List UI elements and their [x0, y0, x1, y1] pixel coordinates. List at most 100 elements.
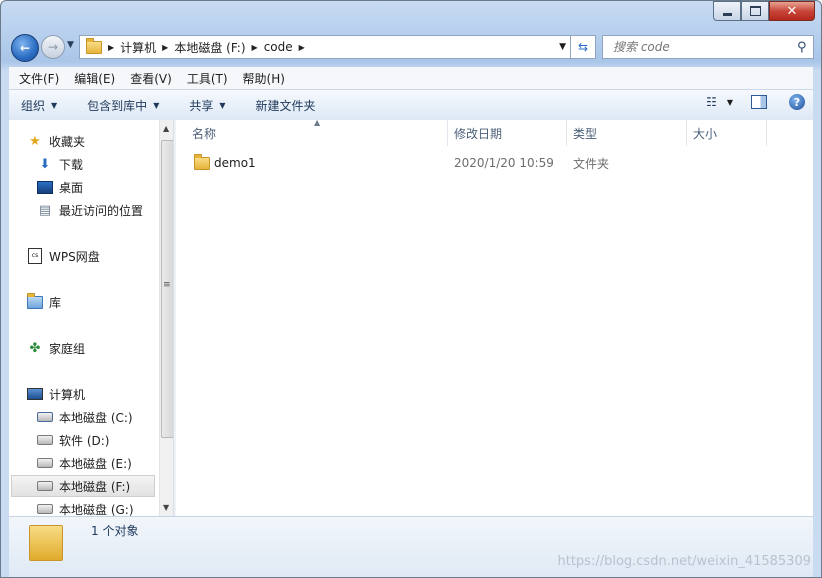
back-button[interactable]: ←: [11, 34, 39, 62]
chevron-right-icon[interactable]: ▶: [299, 43, 305, 52]
chevron-right-icon[interactable]: ▶: [108, 43, 114, 52]
column-modified-label: 修改日期: [454, 126, 503, 141]
navigation-pane: ★ 收藏夹 ⬇ 下载 桌面 ▤ 最近访问的位置 cs WPS网盘 库 ✤ 家庭组…: [9, 120, 159, 516]
nav-desktop-label: 桌面: [59, 180, 84, 195]
nav-libraries[interactable]: 库: [27, 291, 61, 313]
nav-homegroup[interactable]: ✤ 家庭组: [27, 337, 85, 359]
close-button[interactable]: ✕: [769, 1, 815, 21]
address-dropdown-icon[interactable]: ▼: [559, 42, 566, 52]
recent-pages-dropdown[interactable]: ▼: [67, 40, 77, 50]
share-button[interactable]: 共享 ▼: [179, 97, 235, 114]
nav-libraries-label: 库: [49, 295, 62, 310]
menu-tools[interactable]: 工具(T): [177, 70, 233, 87]
include-in-library-label: 包含到库中: [87, 98, 148, 113]
sort-ascending-icon: ▲: [314, 118, 321, 127]
explorer-window: ✕ ← → ▼ ▶ 计算机 ▶ 本地磁盘 (F:) ▶ code ▶ ▼ ⇆ ⚲…: [0, 0, 822, 578]
system-drive-icon: [37, 409, 53, 425]
forward-button[interactable]: →: [41, 35, 65, 59]
item-count: 1 个对象: [91, 524, 139, 538]
nav-drive-g[interactable]: 本地磁盘 (G:): [37, 498, 134, 516]
menu-help[interactable]: 帮助(H): [233, 70, 290, 87]
menu-view[interactable]: 查看(V): [120, 70, 177, 87]
wps-cloud-icon: cs: [27, 248, 43, 264]
computer-icon: [27, 386, 43, 402]
nav-desktop[interactable]: 桌面: [37, 176, 83, 198]
breadcrumb-computer[interactable]: 计算机: [120, 39, 156, 56]
breadcrumb-code[interactable]: code: [264, 40, 293, 54]
menu-bar: 文件(F) 编辑(E) 查看(V) 工具(T) 帮助(H): [9, 67, 813, 89]
menu-edit[interactable]: 编辑(E): [64, 70, 120, 87]
new-folder-button[interactable]: 新建文件夹: [246, 97, 326, 114]
nav-computer[interactable]: 计算机: [27, 383, 85, 405]
forward-arrow-icon: →: [47, 40, 59, 54]
maximize-button[interactable]: [741, 1, 769, 21]
chevron-down-icon: ▼: [51, 100, 58, 110]
nav-downloads[interactable]: ⬇ 下载: [37, 153, 83, 175]
view-dropdown-icon[interactable]: ▼: [727, 98, 733, 107]
search-input[interactable]: [611, 39, 795, 55]
nav-drive-d-label: 软件 (D:): [59, 433, 110, 448]
recent-places-icon: ▤: [38, 202, 52, 218]
preview-pane-icon[interactable]: [751, 95, 767, 109]
search-box[interactable]: ⚲: [602, 35, 814, 59]
search-icon[interactable]: ⚲: [797, 40, 807, 55]
minimize-button[interactable]: [713, 1, 741, 21]
change-view-icon[interactable]: ☷: [706, 95, 717, 109]
address-bar[interactable]: ▶ 计算机 ▶ 本地磁盘 (F:) ▶ code ▶ ▼: [79, 35, 571, 59]
column-header-type[interactable]: 类型: [567, 120, 687, 146]
watermark-text: https://blog.csdn.net/weixin_41585309: [557, 554, 811, 569]
file-name[interactable]: demo1: [214, 152, 256, 174]
address-row: ← → ▼ ▶ 计算机 ▶ 本地磁盘 (F:) ▶ code ▶ ▼ ⇆ ⚲: [1, 29, 821, 65]
nav-drive-g-label: 本地磁盘 (G:): [59, 502, 134, 517]
include-in-library-button[interactable]: 包含到库中 ▼: [77, 97, 169, 114]
chevron-down-icon: ▼: [219, 100, 226, 110]
chevron-right-icon[interactable]: ▶: [252, 43, 258, 52]
file-row[interactable]: demo1 2020/1/20 10:59 文件夹: [184, 152, 764, 174]
scroll-down-icon[interactable]: ▼: [163, 503, 169, 512]
scroll-up-icon[interactable]: ▲: [163, 124, 169, 133]
menu-file[interactable]: 文件(F): [9, 70, 64, 87]
nav-drive-f[interactable]: 本地磁盘 (F:): [11, 475, 155, 497]
large-folder-icon: [29, 525, 63, 561]
nav-drive-f-label: 本地磁盘 (F:): [59, 479, 131, 494]
navigation-scrollbar[interactable]: ▲ ≡ ▼: [159, 120, 174, 516]
downloads-icon: ⬇: [39, 156, 51, 172]
organize-label: 组织: [21, 98, 46, 113]
file-list: ▲ 名称 修改日期 类型 大小 demo1 2020/1/20 10:59 文件…: [176, 118, 813, 516]
nav-favorites[interactable]: ★ 收藏夹: [27, 130, 85, 152]
nav-drive-d[interactable]: 软件 (D:): [37, 429, 109, 451]
nav-wps-label: WPS网盘: [49, 249, 100, 264]
window-controls: ✕: [713, 1, 815, 21]
nav-downloads-label: 下载: [59, 157, 84, 172]
homegroup-icon: ✤: [29, 340, 41, 356]
refresh-icon: ⇆: [577, 40, 589, 54]
new-folder-label: 新建文件夹: [255, 98, 316, 113]
nav-recent-places[interactable]: ▤ 最近访问的位置: [37, 199, 143, 221]
column-name-label: 名称: [192, 126, 217, 141]
nav-recent-label: 最近访问的位置: [59, 203, 144, 218]
nav-computer-label: 计算机: [49, 387, 86, 402]
file-modified: 2020/1/20 10:59: [454, 156, 554, 170]
drive-icon: [37, 432, 53, 448]
column-header-size[interactable]: 大小: [687, 120, 767, 146]
drive-icon: [37, 501, 53, 516]
organize-button[interactable]: 组织 ▼: [11, 97, 67, 114]
command-bar: 组织 ▼ 包含到库中 ▼ 共享 ▼ 新建文件夹 ☷ ▼ ?: [9, 89, 813, 121]
nav-drive-c[interactable]: 本地磁盘 (C:): [37, 406, 133, 428]
breadcrumb-drive-f[interactable]: 本地磁盘 (F:): [174, 39, 245, 56]
address-folder-icon-wrap: [86, 37, 102, 54]
column-header-modified[interactable]: 修改日期: [448, 120, 567, 146]
chevron-right-icon[interactable]: ▶: [162, 43, 168, 52]
star-icon: ★: [29, 133, 41, 149]
column-header-name[interactable]: ▲ 名称: [176, 118, 448, 146]
nav-drive-e[interactable]: 本地磁盘 (E:): [37, 452, 132, 474]
title-bar: ✕: [1, 1, 821, 27]
nav-wps-drive[interactable]: cs WPS网盘: [27, 245, 100, 267]
folder-icon: [86, 37, 102, 54]
folder-icon: [194, 152, 210, 174]
refresh-button[interactable]: ⇆: [570, 35, 596, 59]
close-icon: ✕: [786, 3, 798, 19]
help-icon[interactable]: ?: [789, 94, 805, 110]
column-type-label: 类型: [573, 126, 598, 141]
view-controls: ☷ ▼ ?: [706, 94, 805, 110]
